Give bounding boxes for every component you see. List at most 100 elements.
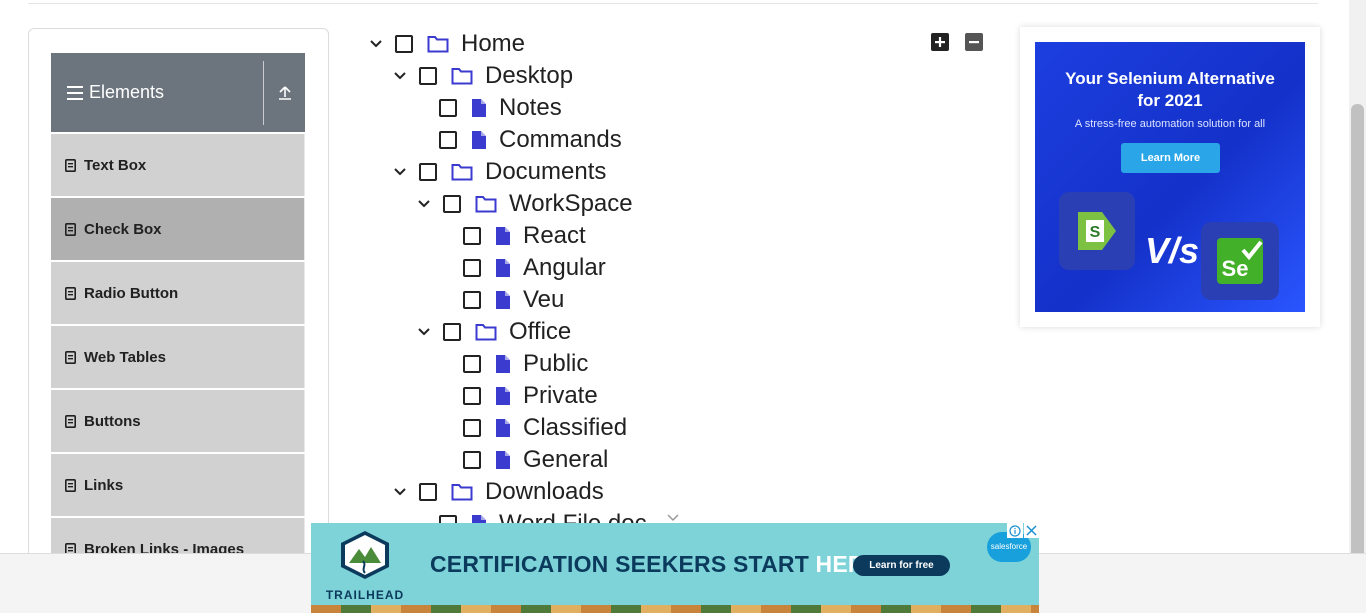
tree-node-label[interactable]: React — [523, 222, 586, 250]
tree-checkbox[interactable] — [395, 35, 413, 53]
ad-learn-more-button[interactable]: Learn More — [1121, 143, 1220, 173]
tree-checkbox[interactable] — [443, 323, 461, 341]
menu-item-links[interactable]: Links — [51, 454, 305, 516]
tree-node-label[interactable]: Documents — [485, 158, 606, 186]
tree-checkbox[interactable] — [419, 163, 437, 181]
page-scrollbar[interactable] — [1349, 0, 1366, 574]
folder-icon — [451, 163, 473, 181]
tree-node-label[interactable]: Classified — [523, 414, 627, 442]
sidebar-ad[interactable]: Your Selenium Alternative for 2021 A str… — [1020, 27, 1320, 327]
trailhead-logo: TRAILHEAD — [323, 529, 407, 602]
chevron-down-icon[interactable] — [393, 485, 407, 499]
menu-item-icon — [65, 350, 76, 364]
banner-illustration-strip — [311, 605, 1039, 613]
file-icon — [471, 98, 487, 118]
tree-checkbox[interactable] — [463, 355, 481, 373]
tree-checkbox[interactable] — [439, 131, 457, 149]
expand-all-button[interactable] — [931, 33, 949, 51]
tree-node-label[interactable]: Angular — [523, 254, 606, 282]
product-logo-icon: S — [1059, 192, 1135, 270]
menu-item-icon — [65, 478, 76, 492]
tree-node-label[interactable]: Commands — [499, 126, 622, 154]
ad-vs-text: V/s — [1145, 230, 1200, 271]
chevron-down-icon[interactable] — [417, 197, 431, 211]
chevron-down-icon[interactable] — [417, 325, 431, 339]
folder-icon — [451, 483, 473, 501]
group-title-text: Elements — [89, 82, 165, 102]
menu-item-radio-button[interactable]: Radio Button — [51, 262, 305, 324]
tree-node-label[interactable]: Home — [461, 30, 525, 58]
tree-node-public: Public — [463, 348, 588, 380]
hamburger-icon — [67, 85, 83, 100]
trailhead-logo-icon — [341, 531, 389, 579]
tree-node-label[interactable]: Public — [523, 350, 588, 378]
ad-subtext: A stress-free automation solution for al… — [1074, 118, 1266, 130]
folder-icon — [475, 323, 497, 341]
menu-item-label: Text Box — [84, 156, 147, 174]
tree-node-react: React — [463, 220, 586, 252]
tree-node-commands: Commands — [439, 124, 622, 156]
tree-node-label[interactable]: WorkSpace — [509, 190, 633, 218]
group-title: Elements — [51, 82, 263, 103]
collapse-all-button[interactable] — [965, 33, 983, 51]
tree-node-private: Private — [463, 380, 598, 412]
ad-headline: Your Selenium Alternative for 2021 — [1035, 68, 1305, 112]
tree-node-label[interactable]: Office — [509, 318, 571, 346]
tree-checkbox[interactable] — [463, 291, 481, 309]
tree-node-documents: Documents — [393, 156, 606, 188]
tree-checkbox[interactable] — [463, 227, 481, 245]
tree-checkbox[interactable] — [419, 67, 437, 85]
trailhead-wordmark: TRAILHEAD — [325, 588, 405, 602]
tree-checkbox[interactable] — [419, 483, 437, 501]
ad-close-icon[interactable] — [1024, 523, 1039, 538]
chevron-down-icon[interactable] — [393, 165, 407, 179]
tree-node-classified: Classified — [463, 412, 627, 444]
ad-creative[interactable]: Your Selenium Alternative for 2021 A str… — [1035, 42, 1305, 312]
file-icon — [495, 226, 511, 246]
tree-checkbox[interactable] — [463, 419, 481, 437]
chevron-down-icon[interactable] — [393, 69, 407, 83]
folder-icon — [475, 195, 497, 213]
tree-node-desktop: Desktop — [393, 60, 573, 92]
elements-menu: Text Box Check Box Radio Button Web Tabl… — [51, 134, 305, 582]
menu-item-icon — [65, 158, 76, 172]
menu-item-web-tables[interactable]: Web Tables — [51, 326, 305, 388]
collapse-group-icon[interactable] — [264, 85, 305, 101]
menu-item-icon — [65, 414, 76, 428]
tree-checkbox[interactable] — [463, 387, 481, 405]
top-edge — [28, 0, 1318, 4]
tree-node-label[interactable]: Desktop — [485, 62, 573, 90]
scrollbar-thumb[interactable] — [1351, 104, 1364, 574]
learn-for-free-button[interactable]: Learn for free — [853, 555, 950, 576]
svg-text:S: S — [1090, 224, 1101, 241]
menu-item-buttons[interactable]: Buttons — [51, 390, 305, 452]
chevron-down-icon[interactable] — [369, 37, 383, 51]
tree-node-label[interactable]: Notes — [499, 94, 562, 122]
menu-item-text-box[interactable]: Text Box — [51, 134, 305, 196]
tree-checkbox[interactable] — [463, 451, 481, 469]
menu-item-label: Web Tables — [84, 348, 166, 366]
minus-icon — [969, 41, 979, 44]
tree-checkbox[interactable] — [439, 99, 457, 117]
file-icon — [495, 354, 511, 374]
file-icon — [495, 418, 511, 438]
banner-headline-main: CERTIFICATION SEEKERS START — [430, 551, 816, 577]
tree-node-home: Home — [369, 28, 525, 60]
folder-icon — [451, 67, 473, 85]
banner-headline: CERTIFICATION SEEKERS START HERE. — [430, 551, 887, 578]
tree-checkbox[interactable] — [463, 259, 481, 277]
tree-checkbox[interactable] — [443, 195, 461, 213]
menu-item-label: Links — [84, 476, 124, 494]
file-icon — [471, 130, 487, 150]
tree-node-label[interactable]: Private — [523, 382, 598, 410]
ad-info-icon[interactable] — [1007, 523, 1023, 538]
tree-node-label[interactable]: Downloads — [485, 478, 604, 506]
file-icon — [495, 258, 511, 278]
menu-item-check-box[interactable]: Check Box — [51, 198, 305, 260]
elements-group-header[interactable]: Elements — [51, 53, 305, 132]
folder-icon — [427, 35, 449, 53]
tree-node-label[interactable]: General — [523, 446, 608, 474]
tree-node-veu: Veu — [463, 284, 564, 316]
tree-node-label[interactable]: Veu — [523, 286, 564, 314]
bottom-banner-ad[interactable]: TRAILHEAD CERTIFICATION SEEKERS START HE… — [311, 523, 1039, 613]
